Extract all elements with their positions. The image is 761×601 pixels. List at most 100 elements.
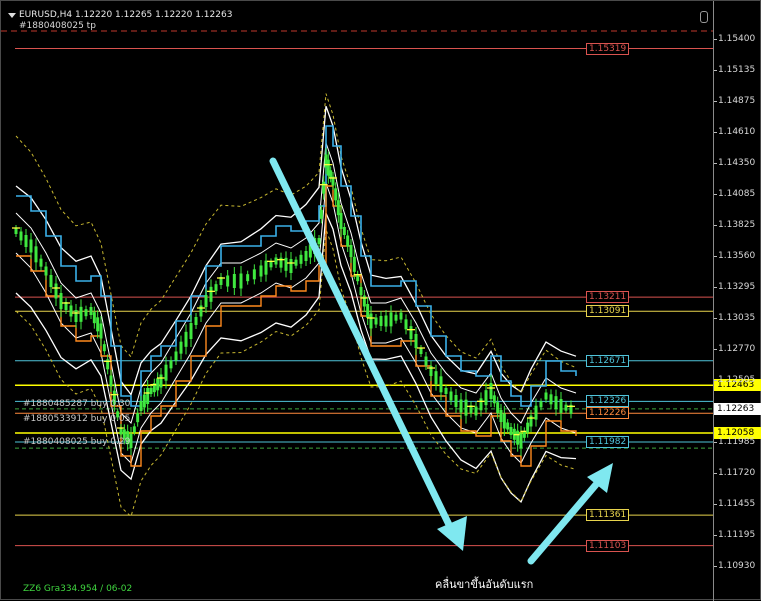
candle-body bbox=[425, 357, 428, 366]
axis-tick bbox=[714, 256, 717, 257]
candle-body bbox=[400, 313, 403, 320]
candle-body bbox=[103, 344, 106, 351]
candle-body bbox=[490, 383, 493, 399]
candle-body bbox=[205, 295, 208, 307]
candle-body bbox=[510, 427, 513, 435]
order-label: #1880533912 buy 0.05 bbox=[23, 414, 130, 424]
level-price-tag: 1.12671 bbox=[586, 355, 629, 367]
chart-window[interactable]: EURUSD,H4 1.12220 1.12265 1.12220 1.1226… bbox=[0, 0, 761, 600]
candle-body bbox=[133, 426, 136, 432]
axis-tick bbox=[714, 473, 717, 474]
candle-body bbox=[40, 259, 43, 267]
candle-body bbox=[322, 182, 325, 194]
axis-price-label: 1.13825 bbox=[718, 220, 755, 230]
candle-body bbox=[270, 261, 273, 267]
candle-body bbox=[415, 334, 418, 348]
candle-body bbox=[50, 275, 53, 287]
inner-upper-band bbox=[16, 143, 576, 423]
candle-body bbox=[226, 276, 229, 287]
candle-body bbox=[210, 287, 213, 302]
candle-body bbox=[545, 393, 548, 400]
down-arrow-shaft bbox=[273, 161, 453, 533]
tp-label: #1880408025 tp bbox=[19, 21, 96, 31]
candle-body bbox=[150, 388, 153, 394]
axis-price-label: 1.14085 bbox=[718, 189, 755, 199]
candle-body bbox=[300, 255, 303, 264]
lower-envelope bbox=[16, 230, 576, 517]
level-price-tag: 1.11103 bbox=[586, 540, 629, 552]
candle-body bbox=[410, 326, 413, 339]
candle-body bbox=[165, 365, 168, 381]
candle-body bbox=[80, 307, 83, 322]
candle-body bbox=[60, 293, 63, 309]
price-axis[interactable]: 1.124631.122631.120581.154001.151351.148… bbox=[713, 1, 761, 601]
candle-body bbox=[285, 258, 288, 271]
candle-body bbox=[390, 312, 393, 326]
candle-body bbox=[380, 316, 383, 326]
candle-body bbox=[136, 413, 139, 422]
candle-body bbox=[180, 342, 183, 354]
axis-price-tag: 1.12263 bbox=[714, 403, 761, 415]
candle-body bbox=[233, 274, 236, 288]
candle-body bbox=[140, 401, 143, 411]
candle-body bbox=[496, 402, 499, 413]
candle-body bbox=[405, 319, 408, 329]
candle-body bbox=[334, 188, 337, 200]
candle-body bbox=[305, 251, 308, 261]
candle-body bbox=[516, 431, 519, 445]
candle-body bbox=[35, 246, 38, 262]
candle-body bbox=[353, 257, 356, 272]
axis-price-label: 1.11985 bbox=[718, 437, 755, 447]
upper-envelope bbox=[16, 94, 576, 393]
candle-body bbox=[200, 306, 203, 317]
level-price-tag: 1.13211 bbox=[586, 291, 629, 303]
candle-body bbox=[110, 376, 113, 387]
candle-body bbox=[360, 287, 363, 295]
candle-body bbox=[346, 236, 349, 247]
level-price-tag: 1.12326 bbox=[586, 395, 629, 407]
candle-body bbox=[445, 388, 448, 394]
axis-price-label: 1.14875 bbox=[718, 96, 755, 106]
axis-price-label: 1.11195 bbox=[718, 530, 755, 540]
window-corner-icon[interactable] bbox=[700, 11, 708, 23]
candle-body bbox=[15, 228, 18, 234]
axis-tick bbox=[714, 39, 717, 40]
candle-body bbox=[275, 258, 278, 265]
candle-body bbox=[96, 317, 99, 331]
candle-body bbox=[75, 310, 78, 322]
axis-tick bbox=[714, 101, 717, 102]
level-price-tag: 1.11361 bbox=[586, 509, 629, 521]
candle-body bbox=[480, 398, 483, 410]
candle-body bbox=[485, 390, 488, 405]
candle-body bbox=[100, 324, 103, 339]
axis-price-label: 1.10930 bbox=[718, 561, 755, 571]
chevron-down-icon[interactable] bbox=[8, 13, 16, 18]
candle-body bbox=[265, 261, 268, 275]
level-price-tag: 1.12226 bbox=[586, 407, 629, 419]
axis-tick bbox=[714, 287, 717, 288]
axis-tick bbox=[714, 163, 717, 164]
candle-body bbox=[156, 378, 159, 390]
axis-tick bbox=[714, 566, 717, 567]
axis-price-label: 1.15400 bbox=[718, 34, 755, 44]
candle-body bbox=[555, 396, 558, 409]
candle-body bbox=[93, 312, 96, 323]
candle-body bbox=[435, 371, 438, 384]
candle-body bbox=[370, 314, 373, 329]
chart-annotation: คลื่นขาขึ้นอันดับแรก bbox=[435, 575, 533, 593]
candle-body bbox=[565, 405, 568, 411]
candle-body bbox=[146, 388, 149, 404]
candle-body bbox=[343, 227, 346, 235]
candle-body bbox=[45, 267, 48, 276]
candle-body bbox=[560, 399, 563, 413]
candle-body bbox=[90, 307, 93, 315]
axis-price-label: 1.15135 bbox=[718, 65, 755, 75]
order-label: #1880485287 buy 0.30 bbox=[23, 399, 130, 409]
level-price-tag: 1.15319 bbox=[586, 43, 629, 55]
candle-body bbox=[530, 416, 533, 427]
candle-body bbox=[420, 348, 423, 354]
lower-band bbox=[16, 213, 576, 502]
level-price-tag: 1.11982 bbox=[586, 436, 629, 448]
candle-body bbox=[246, 274, 249, 281]
axis-tick bbox=[714, 504, 717, 505]
